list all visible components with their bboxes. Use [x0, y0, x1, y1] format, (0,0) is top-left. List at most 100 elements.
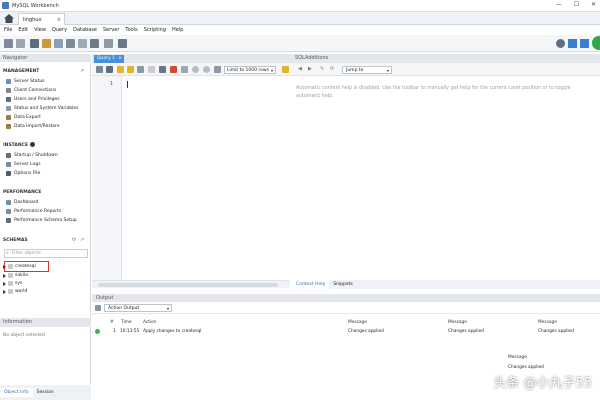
nav-item-performance-reports[interactable]: Performance Reports [6, 209, 61, 214]
toggle-stop-on-error-icon[interactable] [159, 66, 166, 73]
limit-rows-select[interactable]: Limit to 1000 rows ▾ [224, 66, 276, 74]
scrollbar-thumb[interactable] [98, 283, 278, 287]
output-type-value: Action Output [108, 306, 140, 311]
schemas-popout-icon[interactable]: ↗ [80, 237, 84, 243]
row-message: Changes applied [348, 329, 384, 334]
menu-help[interactable]: Help [172, 27, 183, 33]
navigator-panel: MANAGEMENT ↗ Server Status Client Connec… [0, 62, 91, 318]
open-inspector-icon[interactable] [30, 39, 39, 48]
nav-item-users-privileges[interactable]: Users and Privileges [6, 97, 60, 102]
tab-session[interactable]: Session [33, 388, 58, 397]
expand-arrow-icon[interactable] [3, 289, 6, 294]
management-popout-icon[interactable]: ↗ [80, 68, 84, 74]
create-function-icon[interactable] [90, 39, 99, 48]
schema-item-createsql[interactable]: createsql [3, 264, 36, 269]
col-header-message-4: Message [508, 355, 527, 360]
filter-search-icon: ⌕ [6, 250, 9, 256]
connection-tab[interactable]: linghuo × [18, 13, 65, 25]
schema-item-sakila[interactable]: sakila [3, 273, 28, 278]
execute-all-icon[interactable] [117, 66, 124, 73]
nav-item-server-status[interactable]: Server Status [6, 79, 45, 84]
connection-tab-close-icon[interactable]: × [57, 17, 61, 23]
menu-database[interactable]: Database [73, 27, 97, 33]
autocommit-icon[interactable] [192, 66, 199, 73]
information-body: No object selected [0, 327, 91, 384]
open-sql-script-icon[interactable] [16, 39, 25, 48]
tab-context-help[interactable]: Context Help [292, 280, 330, 289]
nav-item-startup-shutdown[interactable]: Startup / Shutdown [6, 153, 58, 158]
settings-gear-icon[interactable] [556, 39, 565, 48]
open-file-icon[interactable] [96, 66, 103, 73]
row-time: 10:13:55 [120, 329, 140, 334]
new-sql-tab-icon[interactable] [4, 39, 13, 48]
context-help-panel: Automatic context help is disabled. Use … [292, 76, 600, 280]
reconnect-icon[interactable] [118, 39, 127, 48]
tab-object-info[interactable]: Object Info [0, 388, 33, 397]
transaction-icon[interactable] [203, 66, 210, 73]
stop-query-icon[interactable] [148, 66, 155, 73]
maximize-button[interactable]: ☐ [574, 1, 579, 8]
toggle-output-icon[interactable] [580, 39, 589, 48]
menu-tools[interactable]: Tools [125, 27, 137, 33]
query-tab-close-icon[interactable]: × [118, 56, 122, 61]
status-variables-icon [6, 106, 11, 111]
window-titlebar: MySQL Workbench — ☐ ✕ [0, 0, 600, 12]
expand-arrow-icon[interactable] [3, 273, 6, 278]
information-header: Information [0, 318, 91, 327]
back-arrow-icon[interactable]: ◀ [298, 66, 302, 72]
menu-edit[interactable]: Edit [18, 27, 28, 33]
window-controls: — ☐ ✕ [556, 1, 596, 8]
tab-snippets[interactable]: Snippets [329, 282, 357, 287]
create-schema-icon[interactable] [42, 39, 51, 48]
commit-icon[interactable] [170, 66, 177, 73]
schema-item-sys[interactable]: sys [3, 281, 22, 286]
query-tab[interactable]: Query 1 × [94, 55, 124, 63]
toggle-sidebar-icon[interactable] [568, 39, 577, 48]
home-icon[interactable] [4, 14, 14, 23]
create-table-icon[interactable] [54, 39, 63, 48]
menu-scripting[interactable]: Scripting [144, 27, 166, 33]
data-import-icon [6, 124, 11, 129]
jump-to-label: Jump to [346, 68, 364, 73]
manual-help-icon[interactable]: ⟳ [330, 66, 334, 72]
minimize-button[interactable]: — [556, 1, 562, 8]
schema-item-world[interactable]: world [3, 289, 27, 294]
expand-arrow-icon[interactable] [3, 281, 6, 286]
beautify-query-icon[interactable] [282, 66, 289, 73]
schema-filter-placeholder: Filter objects [12, 251, 41, 256]
create-view-icon[interactable] [66, 39, 75, 48]
nav-item-server-logs[interactable]: Server Logs [6, 162, 41, 167]
nav-item-options-file[interactable]: Options File [6, 171, 40, 176]
limit-rows-icon[interactable] [214, 66, 221, 73]
nav-item-dashboard[interactable]: Dashboard [6, 200, 38, 205]
save-script-icon[interactable] [106, 66, 113, 73]
nav-item-status-variables[interactable]: Status and System Variables [6, 106, 78, 111]
schemas-refresh-icon[interactable]: ⟳ [72, 237, 76, 243]
menu-server[interactable]: Server [103, 27, 119, 33]
nav-item-client-connections[interactable]: Client Connections [6, 88, 56, 93]
forward-arrow-icon[interactable]: ▶ [308, 66, 312, 72]
watermark-text: 头条 @小丸子55 [493, 376, 592, 391]
sql-editor[interactable]: 1 [92, 76, 290, 280]
nav-item-performance-schema-setup[interactable]: Performance Schema Setup [6, 218, 77, 223]
close-window-button[interactable]: ✕ [591, 1, 596, 8]
explain-icon[interactable] [137, 66, 144, 73]
search-table-data-icon[interactable] [104, 39, 113, 48]
output-header: Output [92, 294, 600, 302]
menu-view[interactable]: View [34, 27, 46, 33]
create-procedure-icon[interactable] [78, 39, 87, 48]
nav-item-data-import[interactable]: Data Import/Restore [6, 124, 60, 129]
users-icon [6, 97, 11, 102]
output-type-select[interactable]: Action Output ▾ [104, 304, 172, 312]
expand-arrow-icon[interactable] [3, 264, 6, 269]
menu-file[interactable]: File [4, 27, 12, 33]
jump-to-select[interactable]: Jump to ▾ [342, 66, 392, 74]
output-menu-icon[interactable] [95, 305, 101, 311]
menu-query[interactable]: Query [52, 27, 67, 33]
schema-filter-input[interactable]: Filter objects [4, 249, 88, 258]
nav-item-data-export[interactable]: Data Export [6, 115, 41, 120]
auto-help-icon[interactable]: ✎ [320, 66, 324, 72]
rollback-icon[interactable] [181, 66, 188, 73]
execute-current-icon[interactable] [127, 66, 134, 73]
editor-horizontal-scrollbar[interactable] [92, 280, 290, 288]
